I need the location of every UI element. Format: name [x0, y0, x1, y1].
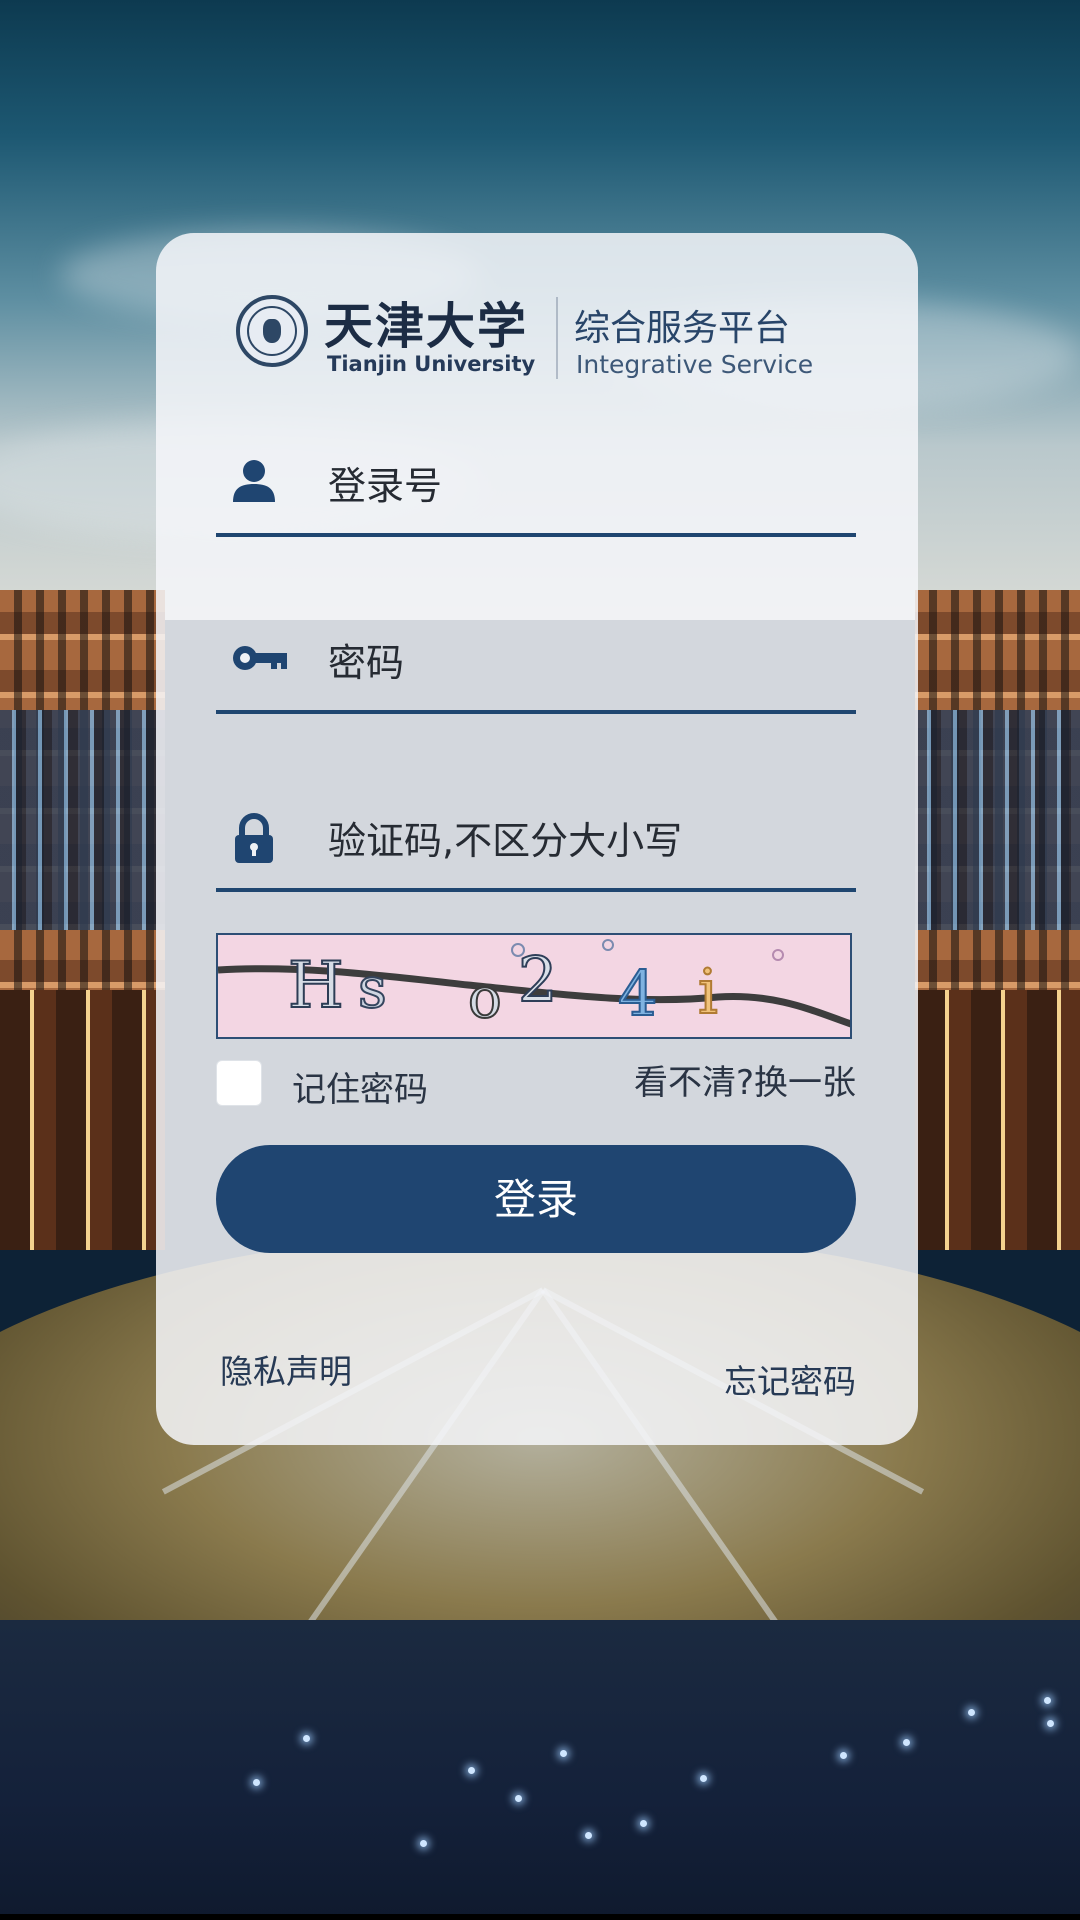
platform-name-cn: 综合服务平台 — [574, 308, 791, 349]
key-icon — [231, 635, 287, 681]
captcha-image[interactable]: H s o 2 4 i — [216, 933, 852, 1039]
light-dot — [1044, 1697, 1051, 1704]
remember-checkbox[interactable] — [216, 1060, 262, 1106]
captcha-glyph: s — [358, 956, 387, 1021]
light-dot — [840, 1752, 847, 1759]
light-dot — [560, 1750, 567, 1757]
captcha-glyph: 4 — [618, 957, 657, 1030]
privacy-statement-link[interactable]: 隐私声明 — [220, 1345, 352, 1393]
captcha-glyph: 2 — [518, 943, 557, 1016]
university-name-en: Tianjin University — [327, 352, 536, 376]
bottom-edge — [0, 1914, 1080, 1920]
light-dot — [700, 1775, 707, 1782]
username-placeholder: 登录号 — [328, 464, 443, 508]
building-left — [0, 590, 165, 1250]
logo-divider — [556, 297, 558, 379]
platform-name-en: Integrative Service — [576, 350, 814, 379]
username-field[interactable]: 登录号 — [216, 433, 856, 537]
password-field[interactable]: 密码 — [216, 610, 856, 714]
remember-label: 记住密码 — [292, 1070, 428, 1110]
remember-password[interactable]: 记住密码 — [216, 1056, 516, 1112]
captcha-glyph: H — [288, 949, 344, 1023]
light-dot — [968, 1709, 975, 1716]
forgot-password-link[interactable]: 忘记密码 — [724, 1355, 856, 1403]
light-dot — [640, 1820, 647, 1827]
captcha-placeholder: 验证码,不区分大小写 — [328, 819, 683, 863]
university-name-cn: 天津大学 — [324, 297, 529, 355]
light-dot — [253, 1779, 260, 1786]
refresh-captcha-link[interactable]: 看不清?换一张 — [634, 1055, 856, 1104]
light-dot — [468, 1767, 475, 1774]
login-button[interactable]: 登录 — [216, 1145, 856, 1253]
login-card: 天津大学 Tianjin University 综合服务平台 Integrati… — [156, 233, 918, 1445]
password-placeholder: 密码 — [328, 641, 405, 685]
light-dot — [585, 1832, 592, 1839]
building-right — [915, 590, 1080, 1250]
user-icon — [231, 458, 277, 504]
light-dot — [515, 1795, 522, 1802]
lock-icon — [231, 813, 277, 863]
university-logo: 天津大学 Tianjin University 综合服务平台 Integrati… — [236, 293, 836, 383]
light-dot — [1047, 1720, 1054, 1727]
captcha-glyph: i — [698, 955, 718, 1028]
captcha-glyph: o — [468, 966, 502, 1031]
university-seal-icon — [236, 295, 308, 367]
captcha-field[interactable]: 验证码,不区分大小写 — [216, 788, 856, 892]
ground — [0, 1620, 1080, 1920]
light-dot — [420, 1840, 427, 1847]
light-dot — [903, 1739, 910, 1746]
light-dot — [303, 1735, 310, 1742]
